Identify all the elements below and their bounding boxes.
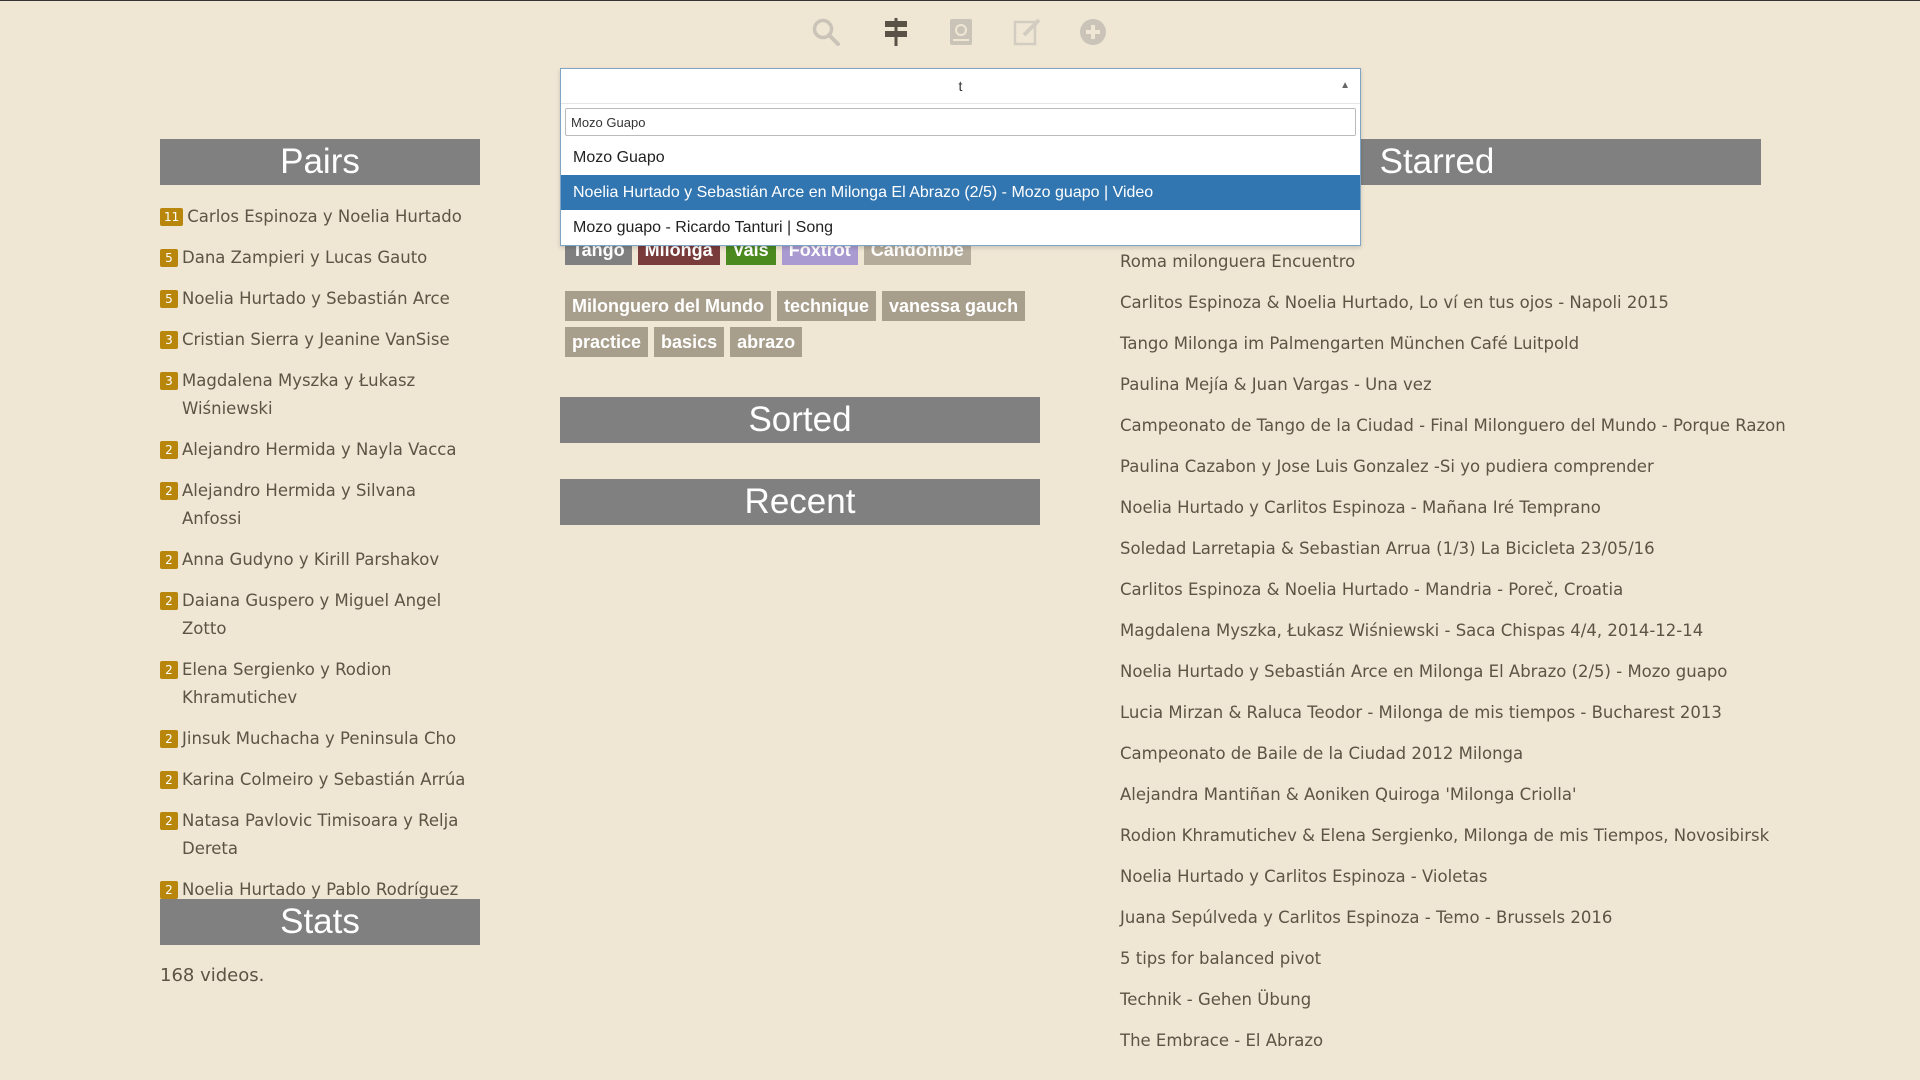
count-badge: 3 [160, 331, 178, 349]
caret-up-icon[interactable]: ▲ [1340, 69, 1350, 103]
pair-name: Alejandro Hermida y Nayla Vacca [182, 440, 457, 459]
tag[interactable]: Milonguero del Mundo [565, 291, 771, 321]
pair-name: Daiana Guspero y Miguel Angel Zotto [182, 591, 442, 638]
starred-item[interactable]: Magdalena Myszka, Łukasz Wiśniewski - Sa… [1120, 617, 1780, 658]
signpost-icon[interactable] [879, 15, 913, 49]
starred-item[interactable]: Campeonato de Baile de la Ciudad 2012 Mi… [1120, 740, 1780, 781]
pairs-header: Pairs [160, 139, 480, 185]
pair-item[interactable]: 2 Karina Colmeiro y Sebastián Arrúa [160, 766, 480, 794]
pair-item[interactable]: 2 Jinsuk Muchacha y Peninsula Cho [160, 725, 480, 753]
tag[interactable]: technique [776, 291, 876, 321]
starred-item[interactable]: Rodion Khramutichev & Elena Sergienko, M… [1120, 822, 1780, 863]
pair-item[interactable]: 11 Carlos Espinoza y Noelia Hurtado [160, 203, 480, 231]
pair-name: Anna Gudyno y Kirill Parshakov [182, 550, 440, 569]
starred-item[interactable]: Roma milonguera Encuentro [1120, 248, 1780, 289]
starred-item[interactable]: The Embrace - El Abrazo [1120, 1027, 1780, 1068]
starred-item[interactable]: Tango Milonga im Palmengarten München Ca… [1120, 330, 1780, 371]
recent-header: Recent [560, 479, 1040, 525]
count-badge: 3 [160, 372, 178, 390]
pair-name: Noelia Hurtado y Sebastián Arce [182, 289, 450, 308]
pair-name: Magdalena Myszka y Łukasz Wiśniewski [182, 371, 416, 418]
pair-name: Karina Colmeiro y Sebastián Arrúa [182, 770, 466, 789]
search-icon[interactable] [809, 15, 843, 49]
tag[interactable]: basics [654, 327, 725, 357]
count-badge: 2 [160, 551, 178, 569]
starred-item[interactable]: Paulina Mejía & Juan Vargas - Una vez [1120, 371, 1780, 412]
pair-item[interactable]: 5 Dana Zampieri y Lucas Gauto [160, 244, 480, 272]
edit-icon[interactable] [1010, 15, 1044, 49]
dropdown-options: Mozo Guapo Noelia Hurtado y Sebastián Arc… [561, 140, 1360, 245]
count-badge: 2 [160, 661, 178, 679]
count-badge: 5 [160, 249, 178, 267]
recent-panel: Recent [560, 479, 1040, 525]
tag[interactable]: practice [565, 327, 649, 357]
starred-list: Pasion Tango FestivalRoma milonguera Enc… [1120, 207, 1786, 1068]
count-badge: 2 [160, 881, 178, 899]
pairs-list: 11 Carlos Espinoza y Noelia Hurtado 5 Dana … [160, 203, 480, 904]
count-badge: 2 [160, 482, 178, 500]
book-icon[interactable] [944, 15, 978, 49]
starred-item[interactable]: Lucia Mirzan & Raluca Teodor - Milonga d… [1120, 699, 1780, 740]
starred-item[interactable]: Technik - Gehen Übung [1120, 986, 1780, 1027]
starred-item[interactable]: Juana Sepúlveda y Carlitos Espinoza - Te… [1120, 904, 1780, 945]
starred-item[interactable]: Noelia Hurtado y Sebastián Arce en Milon… [1120, 658, 1780, 699]
pair-name: Elena Sergienko y Rodion Khramutichev [182, 660, 392, 707]
stats-text: 168 videos. [160, 965, 265, 986]
pair-item[interactable]: 2 Daiana Guspero y Miguel Angel Zotto [160, 587, 480, 643]
starred-item[interactable]: Paulina Cazabon y Jose Luis Gonzalez -Si… [1120, 453, 1780, 494]
dropdown-option[interactable]: Mozo Guapo [561, 140, 1360, 175]
pair-item[interactable]: 3 Cristian Sierra y Jeanine VanSise [160, 326, 480, 354]
count-badge: 5 [160, 290, 178, 308]
pair-item[interactable]: 2 Anna Gudyno y Kirill Parshakov [160, 546, 480, 574]
pair-name: Natasa Pavlovic Timisoara y Relja Dereta [182, 811, 459, 858]
pair-name: Cristian Sierra y Jeanine VanSise [182, 330, 450, 349]
dropdown-option[interactable]: Noelia Hurtado y Sebastián Arce en Milon… [561, 175, 1360, 210]
pair-name: Dana Zampieri y Lucas Gauto [182, 248, 428, 267]
starred-item[interactable]: Noelia Hurtado y Carlitos Espinoza - Vio… [1120, 863, 1780, 904]
count-badge: 11 [160, 208, 184, 226]
stats-header: Stats [160, 899, 480, 945]
toolbar [0, 15, 1920, 55]
starred-item[interactable]: Noelia Hurtado y Carlitos Espinoza - Mañ… [1120, 494, 1780, 535]
dropdown-search-input[interactable] [565, 108, 1356, 136]
search-dropdown[interactable]: t ▲ Mozo GuapoNoelia Hurtado y Sebastián… [560, 68, 1361, 246]
count-badge: 2 [160, 812, 178, 830]
starred-item[interactable]: Soledad Larretapia & Sebastian Arrua (1/… [1120, 535, 1780, 576]
tag[interactable]: vanessa gauch [882, 291, 1026, 321]
starred-item[interactable]: Carlitos Espinoza & Noelia Hurtado - Man… [1120, 576, 1780, 617]
pair-item[interactable]: 2 Natasa Pavlovic Timisoara y Relja Deret… [160, 807, 480, 863]
count-badge: 2 [160, 441, 178, 459]
dropdown-selected-text: t [958, 78, 963, 94]
add-icon[interactable] [1076, 15, 1110, 49]
pair-item[interactable]: 2 Elena Sergienko y Rodion Khramutichev [160, 656, 480, 712]
starred-item[interactable]: 5 tips for balanced pivot [1120, 945, 1780, 986]
starred-item[interactable]: Carlitos Espinoza & Noelia Hurtado, Lo v… [1120, 289, 1780, 330]
count-badge: 2 [160, 730, 178, 748]
starred-item[interactable]: Alejandra Mantiñan & Aoniken Quiroga 'Mi… [1120, 781, 1780, 822]
topic-tags: Milonguero del Mundo technique vanessa gau… [560, 291, 1040, 357]
count-badge: 2 [160, 771, 178, 789]
count-badge: 2 [160, 592, 178, 610]
dropdown-selected[interactable]: t ▲ [561, 69, 1360, 104]
sorted-header: Sorted [560, 397, 1040, 443]
pair-item[interactable]: 2 Alejandro Hermida y Silvana Anfossi [160, 477, 480, 533]
stats-panel: Stats 168 videos. [160, 899, 480, 986]
pair-item[interactable]: 2 Alejandro Hermida y Nayla Vacca [160, 436, 480, 464]
pair-name: Jinsuk Muchacha y Peninsula Cho [182, 729, 457, 748]
pair-name: Carlos Espinoza y Noelia Hurtado [187, 207, 462, 226]
pairs-panel: Pairs 11 Carlos Espinoza y Noelia Hurtado… [160, 139, 480, 917]
pair-name: Alejandro Hermida y Silvana Anfossi [182, 481, 417, 528]
tag[interactable]: abrazo [730, 327, 803, 357]
sorted-panel: Sorted [560, 397, 1040, 443]
starred-item[interactable]: Campeonato de Tango de la Ciudad - Final… [1120, 412, 1786, 453]
pair-item[interactable]: 3 Magdalena Myszka y Łukasz Wiśniewski [160, 367, 480, 423]
dropdown-option[interactable]: Mozo guapo - Ricardo Tanturi | Song [561, 210, 1360, 245]
pair-item[interactable]: 5 Noelia Hurtado y Sebastián Arce [160, 285, 480, 313]
